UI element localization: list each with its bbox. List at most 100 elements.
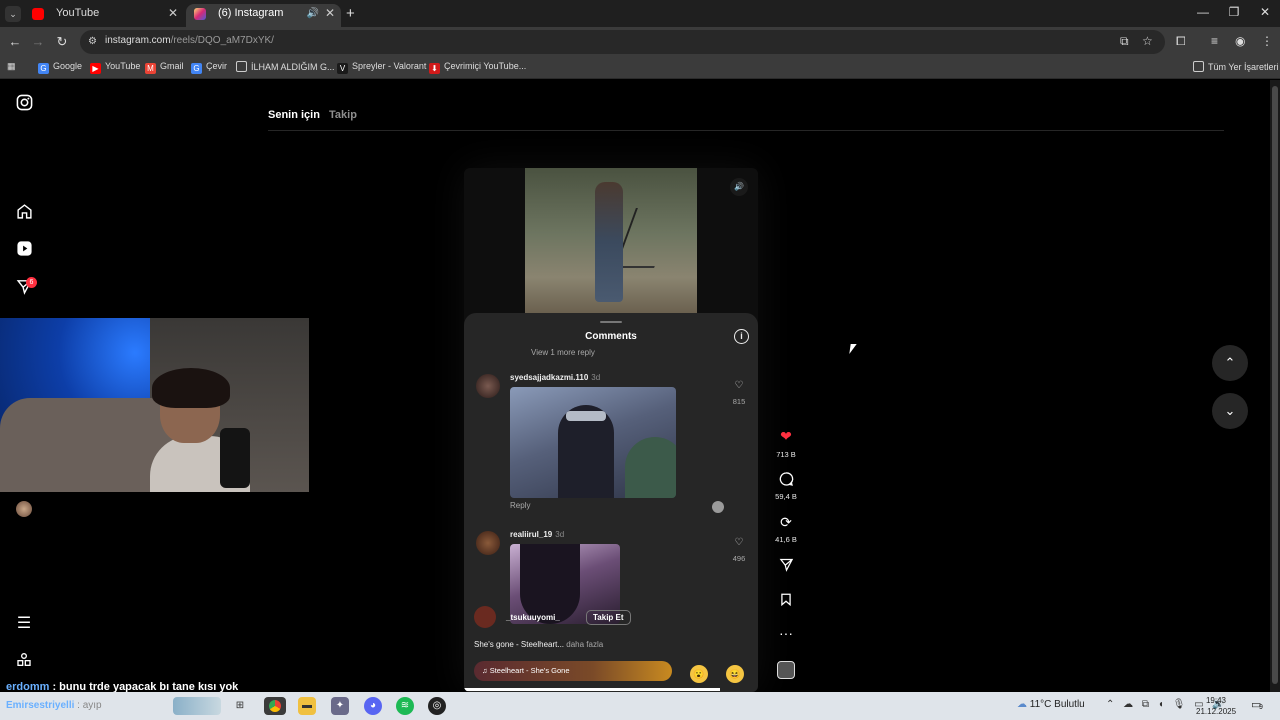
all-bookmarks-folder[interactable]: Tüm Yer İşaretleri: [1193, 61, 1279, 72]
bookmark-translate[interactable]: G Çevir: [191, 61, 227, 74]
comment-username[interactable]: realiirul_19 3d: [510, 530, 564, 539]
tab-following[interactable]: Takip: [329, 109, 357, 121]
gif-building: [625, 437, 676, 498]
home-icon[interactable]: [14, 203, 34, 223]
bookmark-folder-ilham[interactable]: İLHAM ALDIĞIM G...: [236, 61, 335, 72]
comment-gif[interactable]: [510, 387, 676, 498]
comments-scroll-indicator[interactable]: [712, 501, 724, 513]
bookmark-youtube[interactable]: ▶ YouTube: [90, 61, 140, 74]
tab-search-button[interactable]: ⌄: [5, 6, 21, 22]
browser-toolbar: ← → ↻ ⚙ instagram.com/reels/DQO_aM7DxYK/…: [0, 27, 1280, 57]
tab-strip: ⌄ YouTube ✕ (6) Instagram 🔊 ✕ + — ❐ ✕: [0, 0, 1280, 27]
file-explorer-icon[interactable]: ▬: [298, 697, 316, 715]
comment-username[interactable]: syedsajjadkazmi.110 3d: [510, 373, 600, 382]
follow-button[interactable]: Takip Et: [586, 610, 631, 625]
address-bar[interactable]: ⚙ instagram.com/reels/DQO_aM7DxYK/: [80, 30, 1165, 54]
info-icon[interactable]: i: [734, 329, 749, 344]
audio-playing-icon[interactable]: 🔊: [307, 4, 319, 23]
close-tab-icon[interactable]: ✕: [325, 4, 335, 23]
comments-title: Comments: [585, 331, 637, 342]
author-avatar[interactable]: [474, 606, 496, 628]
more-menu-icon[interactable]: ☰: [14, 614, 34, 634]
instagram-logo-icon[interactable]: [14, 94, 34, 114]
install-app-icon[interactable]: ⧉: [1120, 34, 1129, 49]
reel-player[interactable]: 🔊 Comments i View 1 more reply syedsajja…: [464, 168, 758, 692]
reaction-laughing-icon[interactable]: 😆: [726, 665, 744, 683]
reload-icon[interactable]: ↻: [54, 34, 70, 50]
comments-panel: Comments i View 1 more reply syedsajjadk…: [464, 313, 758, 692]
discord-icon[interactable]: ◕: [364, 697, 382, 715]
comment-like-count: 815: [732, 397, 746, 406]
reel-caption[interactable]: She's gone - Steelheart... daha fazla: [474, 640, 603, 649]
close-window-icon[interactable]: ✕: [1250, 5, 1280, 19]
repost-count: 41,6 B: [775, 535, 797, 544]
spotify-icon[interactable]: ≋: [396, 697, 414, 715]
task-view-icon[interactable]: ⊞: [231, 697, 249, 715]
video-mic-stand: [614, 208, 676, 268]
minimize-icon[interactable]: —: [1188, 5, 1218, 19]
audio-thumbnail[interactable]: [777, 661, 795, 679]
next-reel-button[interactable]: ⌄: [1212, 393, 1248, 429]
system-clock[interactable]: 19:43 21.12.2025: [1196, 695, 1236, 717]
reel-progress-bar[interactable]: [464, 688, 720, 691]
drag-handle[interactable]: [600, 321, 622, 323]
scrollbar-thumb[interactable]: [1272, 86, 1278, 684]
tab-for-you[interactable]: Senin için: [268, 109, 320, 121]
audio-track-pill[interactable]: ♫ Steelheart - She's Gone: [474, 661, 672, 681]
reaction-surprised-icon[interactable]: 😮: [690, 665, 708, 683]
comment-avatar[interactable]: [476, 374, 500, 398]
apps-grid-icon[interactable]: ▦: [7, 61, 16, 72]
reels-icon[interactable]: [14, 240, 34, 260]
forward-icon[interactable]: →: [30, 34, 46, 49]
like-heart-icon[interactable]: ❤: [776, 428, 796, 445]
more-options-icon[interactable]: ···: [776, 625, 796, 641]
previous-reel-button[interactable]: ⌃: [1212, 345, 1248, 381]
close-tab-icon[interactable]: ✕: [168, 4, 178, 23]
repost-icon[interactable]: ⟳: [776, 514, 796, 531]
webcam-microphone: [220, 428, 250, 488]
profile-avatar-icon[interactable]: [14, 501, 34, 521]
bookmark-google[interactable]: G Google: [38, 61, 82, 74]
comment-icon[interactable]: [776, 471, 796, 490]
reply-link[interactable]: Reply: [510, 501, 530, 510]
folder-icon: [1193, 61, 1204, 72]
view-more-replies[interactable]: View 1 more reply: [531, 348, 595, 357]
profile-avatar-icon[interactable]: ◉: [1235, 34, 1245, 48]
obs-icon[interactable]: ◎: [428, 697, 446, 715]
author-username[interactable]: _tsukuuyomi_: [506, 613, 560, 622]
feed-divider: [268, 130, 1224, 131]
menu-dots-icon[interactable]: ⋮: [1261, 34, 1273, 48]
app-icon[interactable]: ✦: [331, 697, 349, 715]
search-widget-icon[interactable]: [173, 697, 221, 715]
also-from-meta-icon[interactable]: [14, 652, 34, 672]
bookmark-gmail[interactable]: M Gmail: [145, 61, 184, 74]
extensions-icon[interactable]: ⧠: [1176, 34, 1186, 49]
volume-icon[interactable]: 🔊: [730, 178, 748, 196]
restore-icon[interactable]: ❐: [1219, 5, 1249, 19]
bookmark-star-icon[interactable]: ☆: [1142, 34, 1153, 48]
tab-instagram[interactable]: (6) Instagram 🔊 ✕: [186, 4, 341, 27]
url-text[interactable]: instagram.com/reels/DQO_aM7DxYK/: [105, 35, 274, 46]
media-control-icon[interactable]: ≡: [1211, 34, 1218, 48]
new-tab-button[interactable]: +: [346, 5, 355, 22]
reel-video[interactable]: [525, 168, 697, 314]
save-bookmark-icon[interactable]: [776, 592, 796, 610]
comment-like-icon[interactable]: ♡: [731, 380, 747, 391]
back-icon[interactable]: ←: [7, 34, 23, 49]
site-info-icon[interactable]: ⚙: [88, 36, 97, 47]
chrome-icon[interactable]: [264, 697, 286, 715]
video-performer: [595, 182, 623, 302]
page-scrollbar[interactable]: [1270, 80, 1280, 692]
tab-title: (6) Instagram: [218, 7, 284, 19]
notification-center-icon[interactable]: ▭ 9: [1251, 698, 1263, 711]
tab-youtube[interactable]: YouTube ✕: [24, 4, 184, 27]
weather-widget[interactable]: ☁ 11°C Bulutlu: [1017, 699, 1085, 710]
gif-character: [520, 544, 580, 624]
bookmark-valorant[interactable]: V Spreyler - Valorant: [337, 61, 426, 74]
bookmarks-bar: ▦ G Google ▶ YouTube M Gmail G Çevir İLHAM A…: [0, 57, 1280, 79]
comment-like-icon[interactable]: ♡: [731, 537, 747, 548]
folder-icon: [236, 61, 247, 72]
comment-avatar[interactable]: [476, 531, 500, 555]
bookmark-youtube-converter[interactable]: ⬇ Çevrimiçi YouTube...: [429, 61, 526, 74]
share-icon[interactable]: [776, 557, 796, 575]
